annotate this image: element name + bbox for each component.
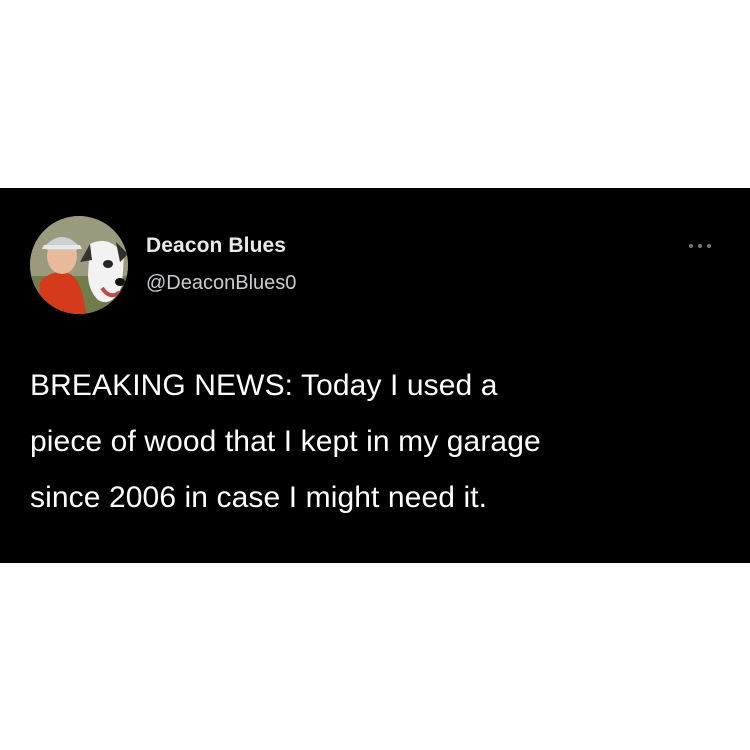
- avatar[interactable]: [30, 216, 128, 314]
- tweet-text-line: BREAKING NEWS: Today I used a: [30, 369, 498, 402]
- page: Deacon Blues @DeaconBlues0 BREAKING NEWS…: [0, 0, 750, 750]
- tweet-card: Deacon Blues @DeaconBlues0 BREAKING NEWS…: [0, 188, 750, 563]
- more-options-icon[interactable]: [680, 236, 720, 256]
- tweet-text-line: since 2006 in case I might need it.: [30, 481, 488, 514]
- avatar-image: [30, 216, 128, 314]
- tweet-text: BREAKING NEWS: Today I used a piece of w…: [30, 358, 730, 526]
- author-handle[interactable]: @DeaconBlues0: [146, 272, 296, 295]
- author-display-name[interactable]: Deacon Blues: [146, 234, 286, 258]
- tweet-text-line: piece of wood that I kept in my garage: [30, 425, 541, 458]
